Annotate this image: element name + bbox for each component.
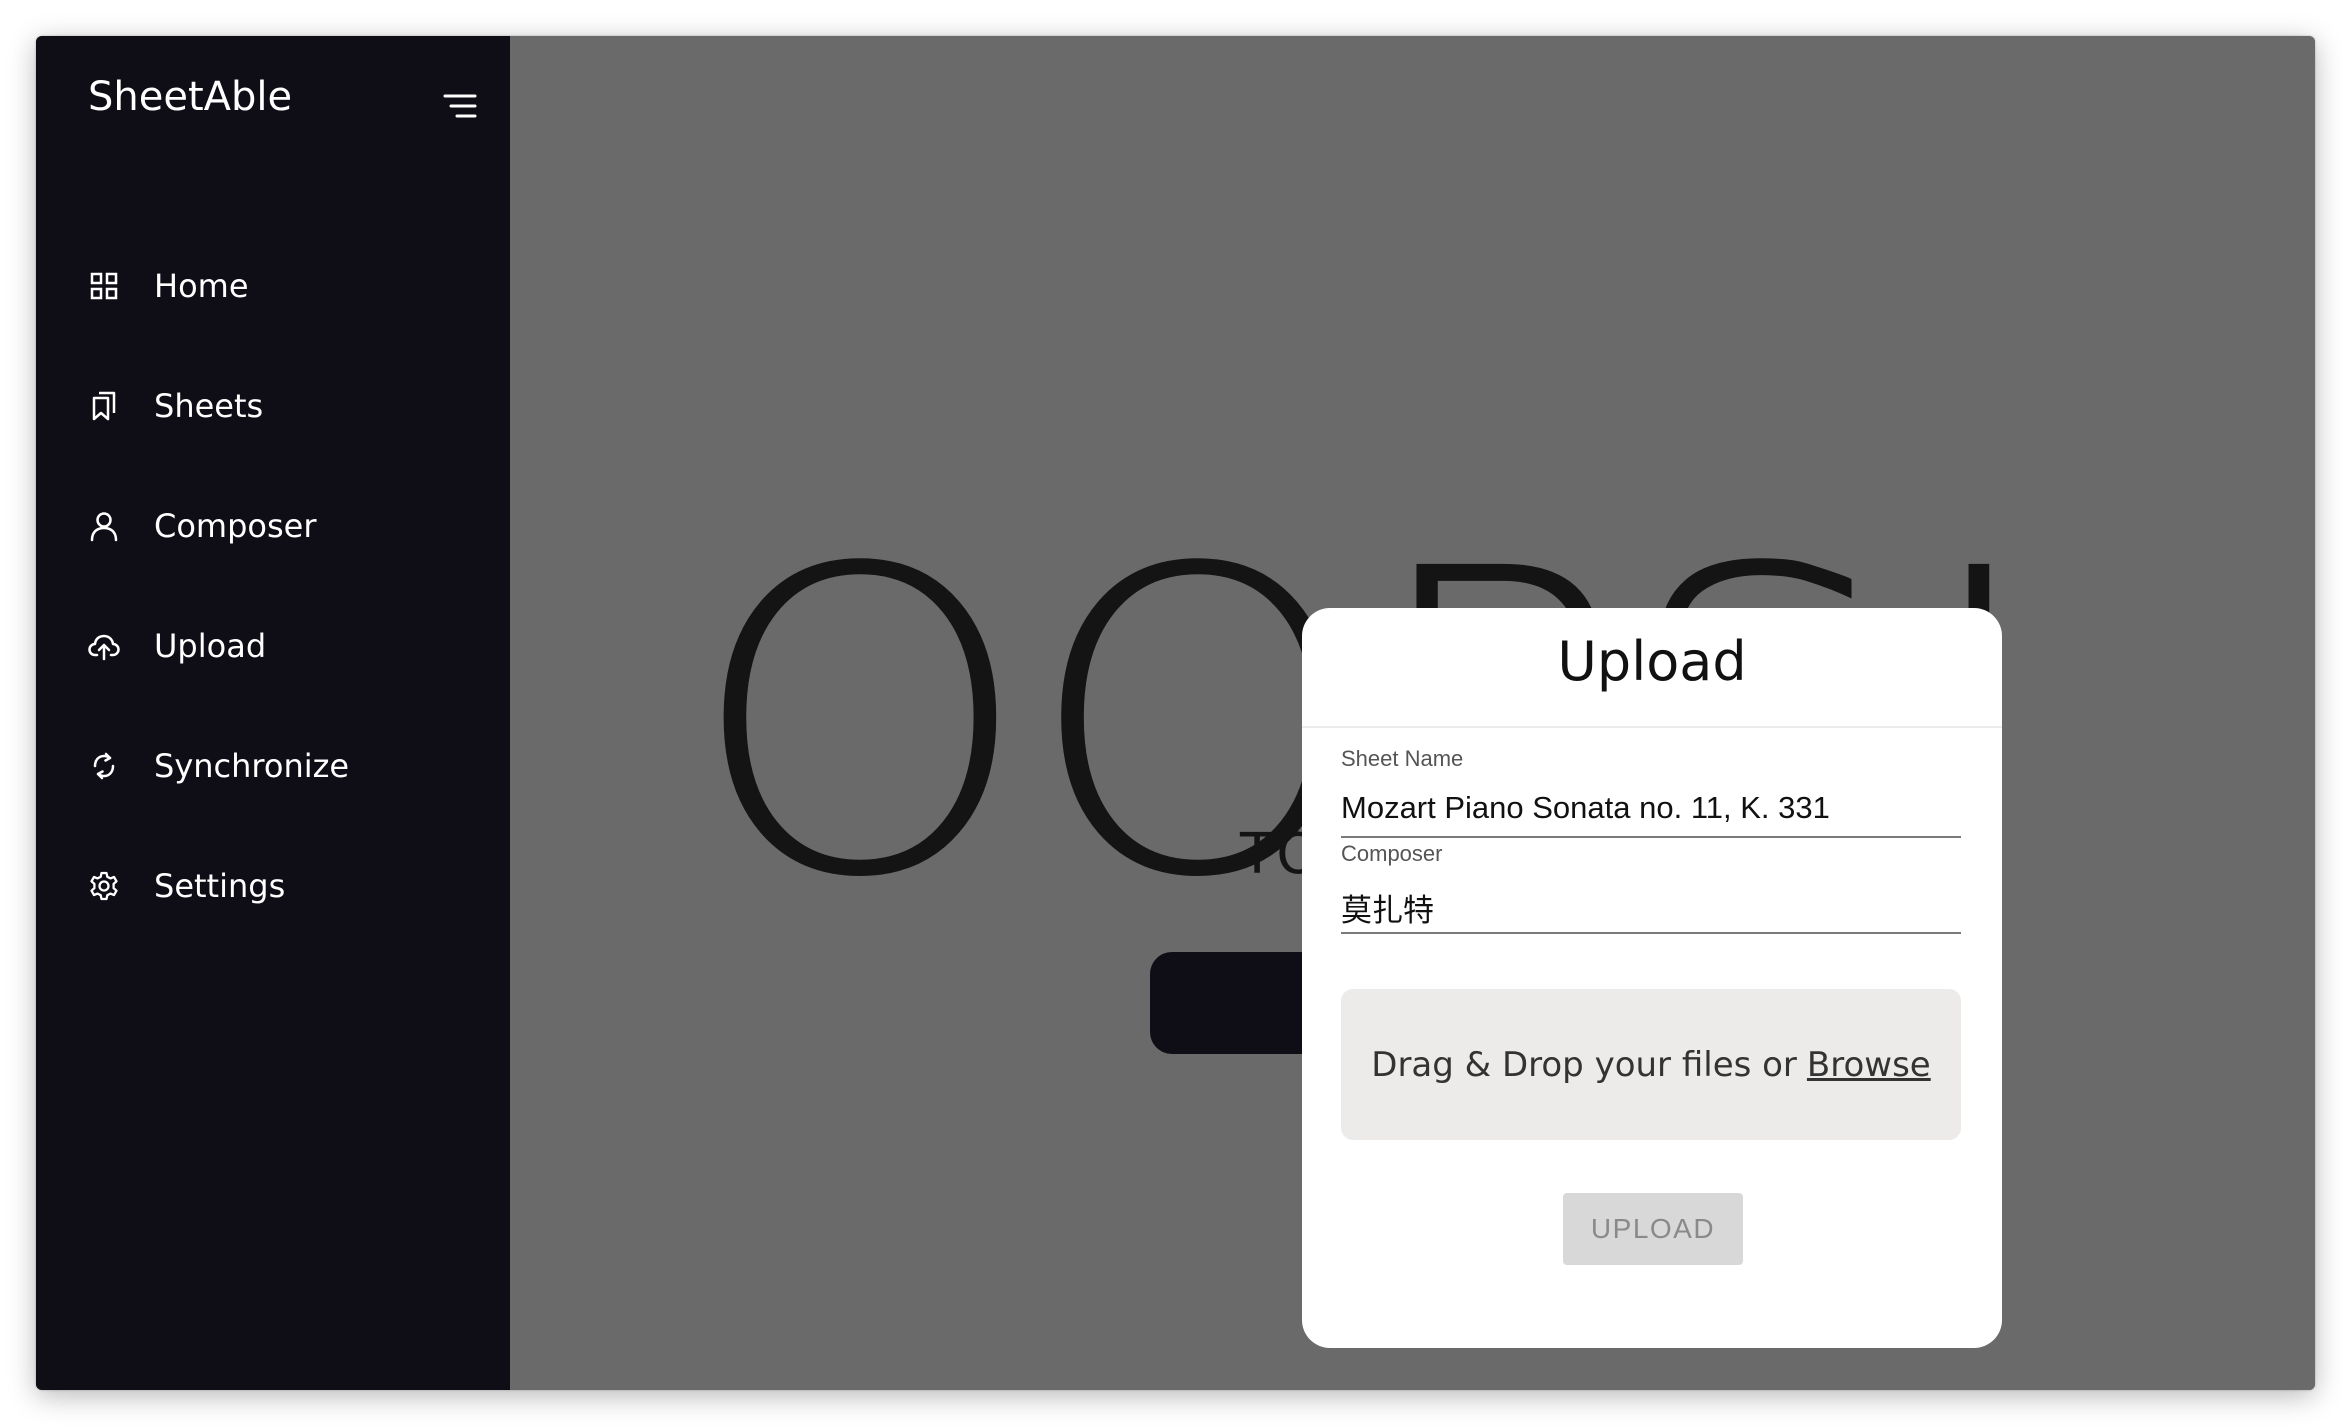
- dropzone-text: Drag & Drop your files or: [1371, 1044, 1797, 1085]
- brand-logo[interactable]: SheetAble: [88, 74, 292, 120]
- sidebar-item-synchronize[interactable]: Synchronize: [88, 726, 488, 806]
- sidebar-item-upload[interactable]: Upload: [88, 606, 488, 686]
- sidebar-item-label: Sheets: [154, 387, 264, 425]
- composer-label: Composer: [1341, 841, 1443, 866]
- main-content: OOPS! TO BEGIN ET Upload Sheet Name Moza…: [510, 36, 2315, 1390]
- sidebar-item-label: Home: [154, 267, 249, 305]
- modal-divider: [1302, 726, 2002, 728]
- sidebar-item-label: Upload: [154, 627, 267, 665]
- sync-icon: [88, 750, 120, 782]
- sidebar-item-composer[interactable]: Composer: [88, 486, 488, 566]
- gear-icon: [88, 870, 120, 902]
- sheet-name-label: Sheet Name: [1341, 746, 1464, 771]
- cloud-upload-icon: [88, 630, 120, 662]
- app-window: SheetAble Home Sheets Composer Upload Sy…: [36, 36, 2315, 1390]
- user-icon: [88, 510, 120, 542]
- sidebar-item-label: Synchronize: [154, 747, 350, 785]
- composer-field[interactable]: Composer 莫扎特: [1341, 841, 1961, 934]
- browse-link[interactable]: Browse: [1807, 1045, 1931, 1085]
- sidebar-item-settings[interactable]: Settings: [88, 846, 488, 926]
- sidebar-item-label: Settings: [154, 867, 286, 905]
- bookmarks-icon: [88, 390, 120, 422]
- composer-input[interactable]: 莫扎特: [1341, 885, 1941, 930]
- modal-title: Upload: [1557, 630, 1747, 693]
- menu-lines-icon: [443, 94, 477, 118]
- sidebar-item-label: Composer: [154, 507, 317, 545]
- upload-submit-button[interactable]: UPLOAD: [1563, 1193, 1743, 1265]
- sheet-name-input[interactable]: Mozart Piano Sonata no. 11, K. 331: [1341, 790, 1941, 826]
- menu-toggle-button[interactable]: [440, 86, 480, 126]
- sidebar-item-sheets[interactable]: Sheets: [88, 366, 488, 446]
- sidebar-item-home[interactable]: Home: [88, 246, 488, 326]
- grid-icon: [88, 270, 120, 302]
- file-dropzone[interactable]: Drag & Drop your files or Browse: [1341, 989, 1961, 1140]
- sidebar: SheetAble Home Sheets Composer Upload Sy…: [36, 36, 510, 1390]
- upload-modal: Upload Sheet Name Mozart Piano Sonata no…: [1302, 608, 2002, 1348]
- sheet-name-field[interactable]: Sheet Name Mozart Piano Sonata no. 11, K…: [1341, 746, 1961, 838]
